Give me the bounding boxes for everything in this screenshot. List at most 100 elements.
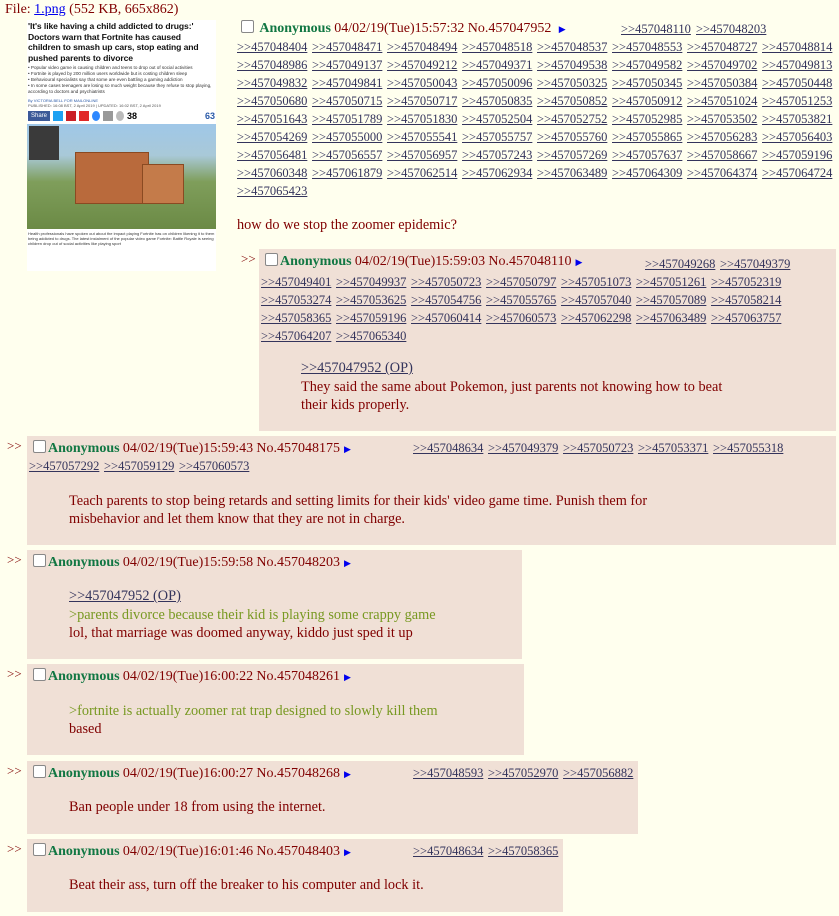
backlink[interactable]: >>457053625 bbox=[336, 293, 406, 308]
backlink[interactable]: >>457053502 bbox=[687, 112, 757, 127]
backlink[interactable]: >>457056481 bbox=[237, 148, 307, 163]
backlink[interactable]: >>457061879 bbox=[312, 166, 382, 181]
post-menu-icon[interactable]: ▶ bbox=[344, 847, 351, 857]
backlink[interactable]: >>457064724 bbox=[762, 166, 832, 181]
backlink[interactable]: >>457050325 bbox=[537, 76, 607, 91]
post-number[interactable]: No.457048203 bbox=[256, 555, 340, 570]
backlink[interactable]: >>457048494 bbox=[387, 40, 457, 55]
backlink[interactable]: >>457052504 bbox=[462, 112, 532, 127]
backlink[interactable]: >>457051261 bbox=[636, 275, 706, 290]
backlink[interactable]: >>457064309 bbox=[612, 166, 682, 181]
backlink[interactable]: >>457048203 bbox=[696, 22, 766, 37]
backlink[interactable]: >>457049401 bbox=[261, 275, 331, 290]
backlink[interactable]: >>457049937 bbox=[336, 275, 406, 290]
op-post-number[interactable]: No.457047952 bbox=[468, 21, 552, 36]
op-select-checkbox[interactable] bbox=[241, 20, 254, 33]
file-link[interactable]: 1.png bbox=[34, 2, 66, 17]
backlink[interactable]: >>457055757 bbox=[462, 130, 532, 145]
backlink[interactable]: >>457048727 bbox=[687, 40, 757, 55]
backlink[interactable]: >>457054269 bbox=[237, 130, 307, 145]
post-menu-icon[interactable]: ▶ bbox=[344, 558, 351, 568]
post-menu-icon[interactable]: ▶ bbox=[344, 444, 351, 454]
backlink[interactable]: >>457064207 bbox=[261, 329, 331, 344]
select-checkbox[interactable] bbox=[33, 668, 46, 681]
backlink[interactable]: >>457062298 bbox=[561, 311, 631, 326]
backlink[interactable]: >>457057637 bbox=[612, 148, 682, 163]
backlink[interactable]: >>457062934 bbox=[462, 166, 532, 181]
op-quote-link[interactable]: >>457047952 (OP) bbox=[301, 360, 413, 377]
backlink[interactable]: >>457050384 bbox=[687, 76, 757, 91]
post-number[interactable]: No.457048261 bbox=[256, 669, 340, 684]
backlink[interactable]: >>457052985 bbox=[612, 112, 682, 127]
select-checkbox[interactable] bbox=[33, 554, 46, 567]
backlink[interactable]: >>457051024 bbox=[687, 94, 757, 109]
backlink[interactable]: >>457063489 bbox=[537, 166, 607, 181]
backlink[interactable]: >>457058214 bbox=[711, 293, 781, 308]
backlink[interactable]: >>457057089 bbox=[636, 293, 706, 308]
op-image-thumbnail[interactable]: 'It's like having a child addicted to dr… bbox=[27, 20, 216, 271]
backlink[interactable]: >>457048634 bbox=[413, 441, 483, 456]
backlink[interactable]: >>457058667 bbox=[687, 148, 757, 163]
backlink[interactable]: >>457055760 bbox=[537, 130, 607, 145]
backlink[interactable]: >>457051253 bbox=[762, 94, 832, 109]
backlink[interactable]: >>457050717 bbox=[387, 94, 457, 109]
backlink[interactable]: >>457049813 bbox=[762, 58, 832, 73]
backlink[interactable]: >>457057243 bbox=[462, 148, 532, 163]
backlink[interactable]: >>457065340 bbox=[336, 329, 406, 344]
backlink[interactable]: >>457051073 bbox=[561, 275, 631, 290]
post-menu-icon[interactable]: ▶ bbox=[559, 24, 566, 34]
backlink[interactable]: >>457050715 bbox=[312, 94, 382, 109]
backlink[interactable]: >>457055541 bbox=[387, 130, 457, 145]
backlink[interactable]: >>457055318 bbox=[713, 441, 783, 456]
backlink[interactable]: >>457056557 bbox=[312, 148, 382, 163]
backlink[interactable]: >>457063757 bbox=[711, 311, 781, 326]
backlink[interactable]: >>457049538 bbox=[537, 58, 607, 73]
select-checkbox[interactable] bbox=[33, 440, 46, 453]
backlink[interactable]: >>457048986 bbox=[237, 58, 307, 73]
post-menu-icon[interactable]: ▶ bbox=[344, 672, 351, 682]
backlink[interactable]: >>457048404 bbox=[237, 40, 307, 55]
backlink[interactable]: >>457050912 bbox=[612, 94, 682, 109]
backlink[interactable]: >>457050680 bbox=[237, 94, 307, 109]
post-number[interactable]: No.457048175 bbox=[256, 441, 340, 456]
backlink[interactable]: >>457052752 bbox=[537, 112, 607, 127]
backlink[interactable]: >>457060573 bbox=[179, 459, 249, 474]
backlink[interactable]: >>457049137 bbox=[312, 58, 382, 73]
backlink[interactable]: >>457050835 bbox=[462, 94, 532, 109]
backlink[interactable]: >>457050723 bbox=[563, 441, 633, 456]
backlink[interactable]: >>457048110 bbox=[621, 22, 691, 37]
backlink[interactable]: >>457062514 bbox=[387, 166, 457, 181]
select-checkbox[interactable] bbox=[265, 253, 278, 266]
op-quote-link[interactable]: >>457047952 (OP) bbox=[69, 588, 181, 605]
backlink[interactable]: >>457050797 bbox=[486, 275, 556, 290]
backlink[interactable]: >>457048634 bbox=[413, 844, 483, 859]
backlink[interactable]: >>457057040 bbox=[561, 293, 631, 308]
select-checkbox[interactable] bbox=[33, 843, 46, 856]
backlink[interactable]: >>457049379 bbox=[488, 441, 558, 456]
backlink[interactable]: >>457050345 bbox=[612, 76, 682, 91]
backlink[interactable]: >>457052319 bbox=[711, 275, 781, 290]
backlink[interactable]: >>457048518 bbox=[462, 40, 532, 55]
backlink[interactable]: >>457049702 bbox=[687, 58, 757, 73]
backlink[interactable]: >>457049582 bbox=[612, 58, 682, 73]
backlink[interactable]: >>457059196 bbox=[336, 311, 406, 326]
backlink[interactable]: >>457057292 bbox=[29, 459, 99, 474]
post-number[interactable]: No.457048110 bbox=[488, 254, 571, 269]
backlink[interactable]: >>457057269 bbox=[537, 148, 607, 163]
backlink[interactable]: >>457055000 bbox=[312, 130, 382, 145]
backlink[interactable]: >>457051789 bbox=[312, 112, 382, 127]
backlink[interactable]: >>457053371 bbox=[638, 441, 708, 456]
backlink[interactable]: >>457060414 bbox=[411, 311, 481, 326]
backlink[interactable]: >>457058365 bbox=[488, 844, 558, 859]
backlink[interactable]: >>457055765 bbox=[486, 293, 556, 308]
backlink[interactable]: >>457059196 bbox=[762, 148, 832, 163]
backlink[interactable]: >>457050096 bbox=[462, 76, 532, 91]
backlink[interactable]: >>457058365 bbox=[261, 311, 331, 326]
backlink[interactable]: >>457049371 bbox=[462, 58, 532, 73]
backlink[interactable]: >>457048593 bbox=[413, 766, 483, 781]
backlink[interactable]: >>457049379 bbox=[720, 257, 790, 272]
backlink[interactable]: >>457051830 bbox=[387, 112, 457, 127]
backlink[interactable]: >>457048471 bbox=[312, 40, 382, 55]
backlink[interactable]: >>457060573 bbox=[486, 311, 556, 326]
post-number[interactable]: No.457048268 bbox=[256, 766, 340, 781]
